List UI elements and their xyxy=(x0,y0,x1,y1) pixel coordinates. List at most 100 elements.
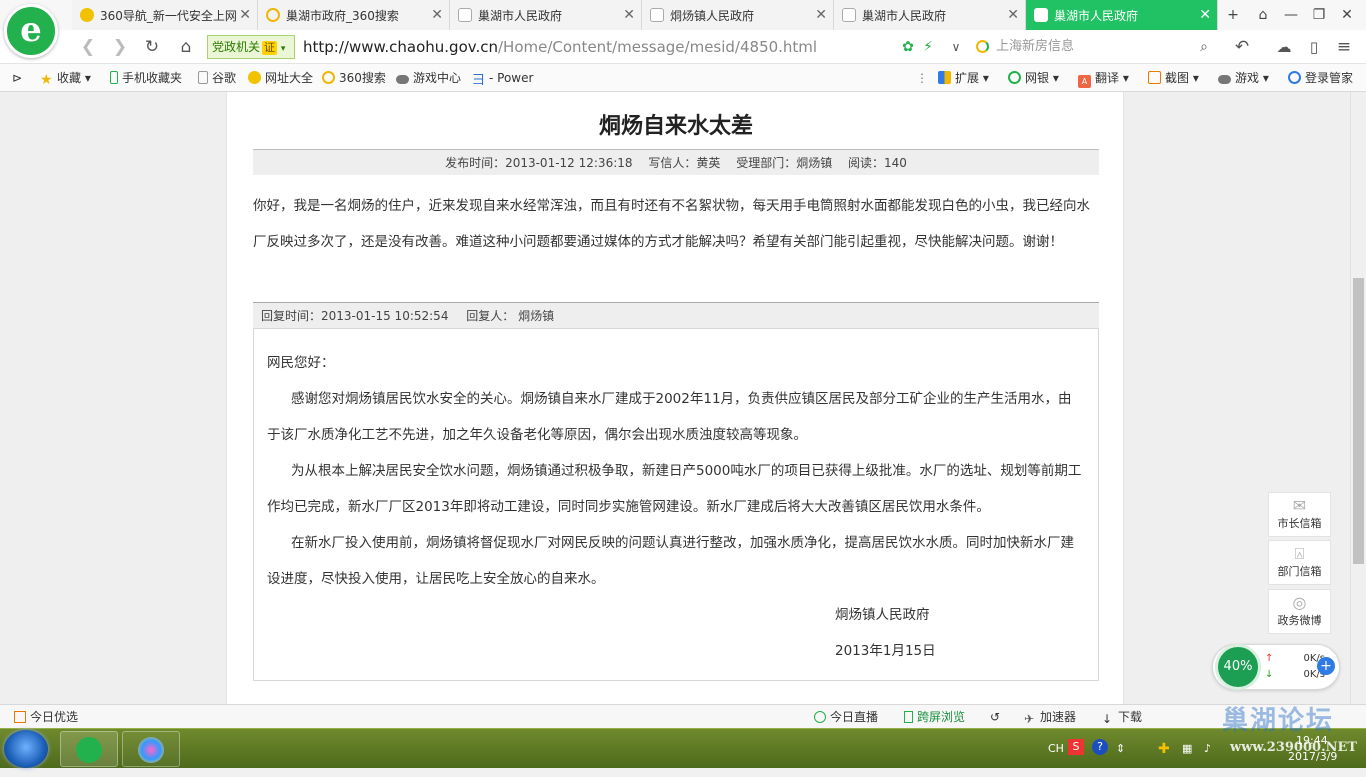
menu-icon[interactable]: ≡ xyxy=(1332,35,1356,59)
gov-cert-badge[interactable]: 党政机关证 ▾ xyxy=(207,35,295,59)
minimize-button[interactable]: — xyxy=(1280,4,1302,26)
scrollbar-thumb[interactable] xyxy=(1353,278,1364,564)
star-icon: ★ xyxy=(40,72,53,88)
close-icon[interactable]: ✕ xyxy=(1199,7,1211,23)
mayor-mailbox-button[interactable]: ✉ 市长信箱 xyxy=(1268,492,1331,537)
bookmark-url-directory[interactable]: 网址大全 xyxy=(248,64,313,92)
department: 受理部门：烔炀镇 xyxy=(736,156,833,170)
tab-360-search[interactable]: 巢湖市政府_360搜索 ✕ xyxy=(258,0,450,30)
bookmark-power[interactable]: 彐- Power xyxy=(472,64,533,92)
tool-extensions[interactable]: 扩展 ▾ xyxy=(938,64,989,92)
arrow-up-icon: ↑ xyxy=(1265,653,1274,664)
tool-ebank[interactable]: 网银 ▾ xyxy=(1008,64,1059,92)
phone-icon[interactable]: ▯ xyxy=(1302,35,1326,59)
help-icon[interactable]: ? xyxy=(1092,739,1108,755)
bookmark-bar: ⊳ ★ 收藏 ▾ 手机收藏夹 谷歌 网址大全 360搜索 游戏中心 彐- Powe… xyxy=(0,64,1366,92)
status-bar: 今日优选 今日直播 跨屏浏览 ↺ ✈ 加速器 ↓ 下载 xyxy=(0,704,1366,728)
windows-start-icon[interactable] xyxy=(4,730,48,768)
translate-icon: A xyxy=(1078,75,1091,88)
gov-weibo-button[interactable]: ◎ 政务微博 xyxy=(1268,589,1331,634)
page-icon xyxy=(842,8,856,22)
close-icon[interactable]: ✕ xyxy=(431,7,443,23)
chevron-down-icon: ▾ xyxy=(280,44,286,54)
bookmark-360-search[interactable]: 360搜索 xyxy=(322,64,386,92)
back-button[interactable]: ❮ xyxy=(76,35,100,59)
volume-icon[interactable]: ♪ xyxy=(1204,729,1211,769)
sogou-ime-icon[interactable]: S xyxy=(1068,739,1084,755)
tab-chaohu-gov-active[interactable]: 巢湖市人民政府 ✕ xyxy=(1026,0,1218,30)
home-button[interactable]: ⌂ xyxy=(174,35,198,59)
power-icon: 彐 xyxy=(472,73,486,88)
tab-label: 巢湖市政府_360搜索 xyxy=(286,8,399,23)
360-icon xyxy=(80,8,94,22)
download-manager[interactable]: ↓ 下载 xyxy=(1102,705,1142,729)
tool-translate[interactable]: A 翻译 ▾ xyxy=(1078,64,1129,92)
search-icon[interactable]: ⌕ xyxy=(1192,35,1216,59)
sidebar-toggle-icon[interactable]: ⊳ xyxy=(12,64,22,92)
refresh-button[interactable]: ↻ xyxy=(140,35,164,59)
tool-games[interactable]: 游戏 ▾ xyxy=(1218,64,1269,92)
shirt-skin-icon[interactable]: ⌂ xyxy=(1252,4,1274,26)
chevron-down-icon[interactable]: ∨ xyxy=(944,35,968,59)
new-tab-button[interactable]: + xyxy=(1222,4,1244,26)
more-icon[interactable]: ⋮ xyxy=(916,64,928,92)
tool-login-manager[interactable]: 登录管家 xyxy=(1288,64,1353,92)
bookmark-google[interactable]: 谷歌 xyxy=(198,64,236,92)
forum-watermark: 巢湖论坛 www.239000.NET xyxy=(1222,706,1358,755)
search-engine-icon xyxy=(266,8,280,22)
today-picks[interactable]: 今日优选 xyxy=(14,705,78,729)
taskbar-browser[interactable] xyxy=(60,731,118,767)
close-icon[interactable]: ✕ xyxy=(815,7,827,23)
reply-paragraph: 在新水厂投入使用前，烔炀镇将督促现水厂对网民反映的问题认真进行整改，加强水质净化… xyxy=(267,535,1074,587)
close-icon[interactable]: ✕ xyxy=(623,7,635,23)
today-live[interactable]: 今日直播 xyxy=(814,705,878,729)
department-mailbox-button[interactable]: ⍓ 部门信箱 xyxy=(1268,540,1331,585)
plus-icon[interactable]: + xyxy=(1317,657,1335,675)
tool-screenshot[interactable]: 截图 ▾ xyxy=(1148,64,1199,92)
accelerator[interactable]: ✈ 加速器 xyxy=(1024,705,1076,729)
cross-screen[interactable]: 跨屏浏览 xyxy=(904,705,965,729)
memory-percent: 40% xyxy=(1215,644,1261,690)
browser-logo-icon[interactable]: e xyxy=(4,4,58,58)
tab-chaohu-gov-2[interactable]: 巢湖市人民政府 ✕ xyxy=(834,0,1026,30)
tab-label: 巢湖市人民政府 xyxy=(862,8,947,23)
tab-360-nav[interactable]: 360导航_新一代安全上网 ✕ xyxy=(72,0,258,30)
gamepad-icon xyxy=(396,75,409,84)
input-language[interactable]: CH xyxy=(1048,729,1064,769)
address-toolbar: ❮ ❯ ↻ ⌂ 党政机关证 ▾ http://www.chaohu.gov.cn… xyxy=(0,30,1366,64)
lightning-icon[interactable]: ⚡ xyxy=(916,35,940,59)
sync-icon[interactable]: ↺ xyxy=(990,705,1000,729)
phone-icon xyxy=(904,711,913,723)
tab-chaohu-gov-1[interactable]: 巢湖市人民政府 ✕ xyxy=(450,0,642,30)
publish-time: 发布时间：2013-01-12 12:36:18 xyxy=(445,156,633,170)
phone-icon xyxy=(110,71,118,84)
network-icon[interactable]: ▦ xyxy=(1182,729,1192,769)
url-input[interactable]: http://www.chaohu.gov.cn/Home/Content/me… xyxy=(303,35,893,59)
reply-greeting: 网民您好： xyxy=(267,355,335,371)
taskbar-paint[interactable] xyxy=(122,731,180,767)
scissors-icon xyxy=(1148,71,1161,84)
network-speed-widget[interactable]: 40% ↑ 0K/s ↓ 0K/s + xyxy=(1212,644,1340,690)
page-icon xyxy=(458,8,472,22)
page-icon xyxy=(1034,8,1048,22)
upload-speed: ↑ 0K/s xyxy=(1265,653,1325,664)
maximize-button[interactable]: ❐ xyxy=(1308,4,1330,26)
tab-tongyang-gov[interactable]: 烔炀镇人民政府 ✕ xyxy=(642,0,834,30)
close-icon[interactable]: ✕ xyxy=(239,7,251,23)
vertical-scrollbar[interactable] xyxy=(1350,92,1366,704)
search-input[interactable]: 上海新房信息 xyxy=(972,35,1212,59)
cloud-icon[interactable]: ☁ xyxy=(1272,35,1296,59)
bookmark-mobile[interactable]: 手机收藏夹 xyxy=(110,64,182,92)
bookmark-game-center[interactable]: 游戏中心 xyxy=(396,64,461,92)
forward-button[interactable]: ❯ xyxy=(108,35,132,59)
tab-label: 360导航_新一代安全上网 xyxy=(100,8,237,23)
bookmark-favorites[interactable]: ★ 收藏 ▾ xyxy=(40,64,91,92)
close-icon[interactable]: ✕ xyxy=(1007,7,1019,23)
page-icon xyxy=(198,71,208,84)
close-window-button[interactable]: ✕ xyxy=(1336,4,1358,26)
tray-expand-icon[interactable]: ⇕ xyxy=(1116,729,1125,769)
360-icon[interactable]: ✚ xyxy=(1158,729,1170,769)
search-engine-icon xyxy=(322,71,335,84)
undo-icon[interactable]: ↶ xyxy=(1230,35,1254,59)
reply-date: 2013年1月15日 xyxy=(835,643,936,659)
